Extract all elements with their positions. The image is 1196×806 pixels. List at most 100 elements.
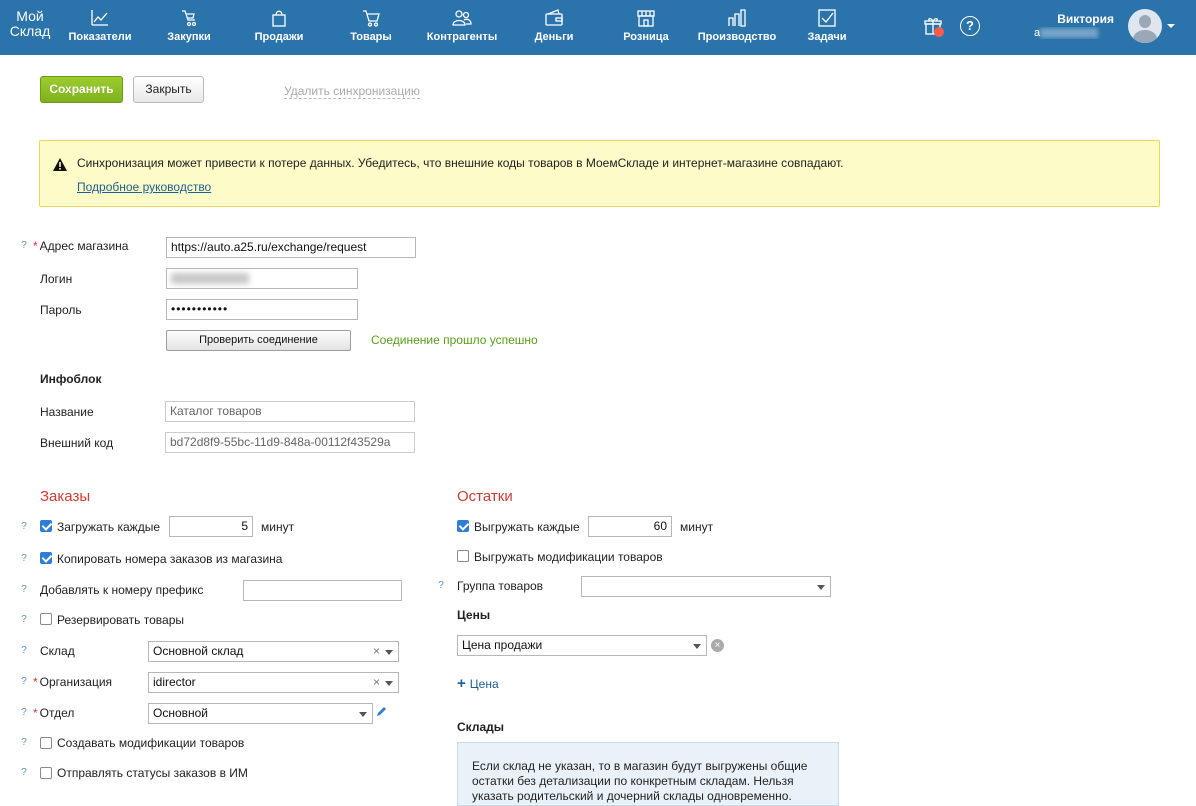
avatar[interactable] [1128,9,1162,43]
warning-text: Синхронизация может привести к потере да… [77,156,844,170]
warehouses-title: Склады [457,720,504,734]
logo[interactable]: Мой Склад [9,9,51,39]
cart-hand-icon [160,8,218,30]
delete-sync-link[interactable]: Удалить синхронизацию [284,84,420,99]
export-every-unit: минут [680,520,714,534]
export-mods-checkbox[interactable] [457,550,469,562]
nav-item-sales[interactable]: Продажи [251,8,307,48]
org-select[interactable]: idirector × [148,672,399,693]
gift-icon[interactable] [923,16,944,39]
warehouses-info: Если склад не указан, то в магазин будут… [457,742,839,806]
help-icon[interactable]: ? [18,707,30,719]
add-price-link[interactable]: + Цена [457,675,499,692]
warning-icon [52,157,68,175]
nav-item-tasks[interactable]: Задачи [805,8,849,48]
nav-item-purchases[interactable]: Закупки [160,8,218,48]
orders-title: Заказы [40,488,91,505]
nav-item-label: Задачи [807,31,847,43]
password-input[interactable]: ••••••••••• [166,299,358,320]
export-every-label: Выгружать каждые [474,520,580,534]
clear-icon[interactable]: × [373,642,380,661]
send-status-checkbox[interactable] [40,767,52,779]
chevron-down-icon[interactable] [385,681,393,686]
nav-item-label: Контрагенты [426,31,498,43]
nav-item-money[interactable]: Деньги [533,8,575,48]
shopping-bag-icon [251,8,307,30]
top-navigation: Мой Склад Показатели Закупки Продажи Тов… [0,0,1196,55]
chart-line-icon [67,8,133,30]
create-mods-label: Создавать модификации товаров [57,736,245,750]
help-icon[interactable]: ? [960,16,980,36]
help-icon[interactable]: ? [18,584,30,596]
warning-banner: Синхронизация может привести к потере да… [39,140,1160,207]
help-icon[interactable]: ? [18,676,30,688]
remove-icon[interactable]: × [711,639,724,652]
help-icon[interactable]: ? [18,767,30,779]
dept-select[interactable]: Основной [148,703,373,724]
save-button[interactable]: Сохранить [40,76,123,103]
clear-icon[interactable]: × [373,673,380,692]
login-input[interactable] [166,268,358,289]
guide-link[interactable]: Подробное руководство [77,180,211,194]
infoblock-title: Инфоблок [40,372,102,386]
help-icon[interactable]: ? [435,580,447,592]
stock-title: Остатки [457,488,513,505]
export-every-checkbox[interactable] [457,520,469,532]
pencil-icon[interactable] [376,706,387,720]
price-select[interactable]: Цена продажи [457,635,707,656]
load-every-unit: минут [261,520,295,534]
help-icon[interactable]: ? [18,553,30,565]
password-label: Пароль [40,303,82,317]
add-price-label: Цена [469,677,499,691]
org-select-value: idirector [153,675,196,689]
load-every-input[interactable]: 5 [169,516,253,537]
nav-item-label: Продажи [254,31,304,43]
nav-item-label: Товары [350,31,392,43]
dept-select-value: Основной [153,706,209,720]
chevron-down-icon[interactable] [359,712,367,717]
infoblock-name-input[interactable]: Каталог товаров [165,401,415,422]
ext-code-label: Внешний код [40,436,114,450]
address-input[interactable]: https://auto.a25.ru/exchange/request [166,237,416,258]
nav-item-products[interactable]: Товары [347,8,395,48]
nav-item-counterparties[interactable]: Контрагенты [426,8,498,48]
plus-icon: + [457,675,466,692]
nav-item-label: Закупки [167,31,211,43]
prefix-input[interactable] [243,580,402,601]
copy-numbers-checkbox[interactable] [40,552,52,564]
create-mods-checkbox[interactable] [40,737,52,749]
nav-item-label: Показатели [68,31,132,43]
group-select[interactable] [581,576,831,597]
chevron-down-icon[interactable] [385,650,393,655]
chevron-down-icon[interactable] [817,585,825,590]
factory-icon [697,8,777,30]
user-email[interactable]: a [1034,27,1114,39]
org-label: * Организация [33,675,113,689]
dept-label: * Отдел [33,706,75,720]
chevron-down-icon[interactable] [693,644,701,649]
export-every-input[interactable]: 60 [588,516,672,537]
nav-item-production[interactable]: Производство [697,8,777,48]
check-connection-button[interactable]: Проверить соединение [166,330,351,351]
reserve-checkbox[interactable] [40,613,52,625]
nav-item-indicators[interactable]: Показатели [67,8,133,48]
connection-status: Соединение прошло успешно [371,333,538,347]
group-label: Группа товаров [457,579,544,593]
cart-icon [347,8,395,30]
chevron-down-icon[interactable] [1167,24,1175,28]
warehouse-select-value: Основной склад [153,644,244,658]
help-icon[interactable]: ? [18,614,30,626]
login-blur [171,273,249,285]
help-icon[interactable]: ? [18,645,30,657]
warehouse-select[interactable]: Основной склад × [148,641,399,662]
user-name[interactable]: Виктория [1057,12,1114,26]
help-icon[interactable]: ? [18,240,30,252]
ext-code-input[interactable]: bd72d8f9-55bc-11d9-848a-00112f43529a [165,432,415,453]
address-label: * Адрес магазина [33,239,129,253]
infoblock-name-label: Название [40,405,94,419]
help-icon[interactable]: ? [18,737,30,749]
nav-item-retail[interactable]: Розница [620,8,672,48]
load-every-checkbox[interactable] [40,520,52,532]
close-button[interactable]: Закрыть [133,76,204,103]
help-icon[interactable]: ? [18,521,30,533]
